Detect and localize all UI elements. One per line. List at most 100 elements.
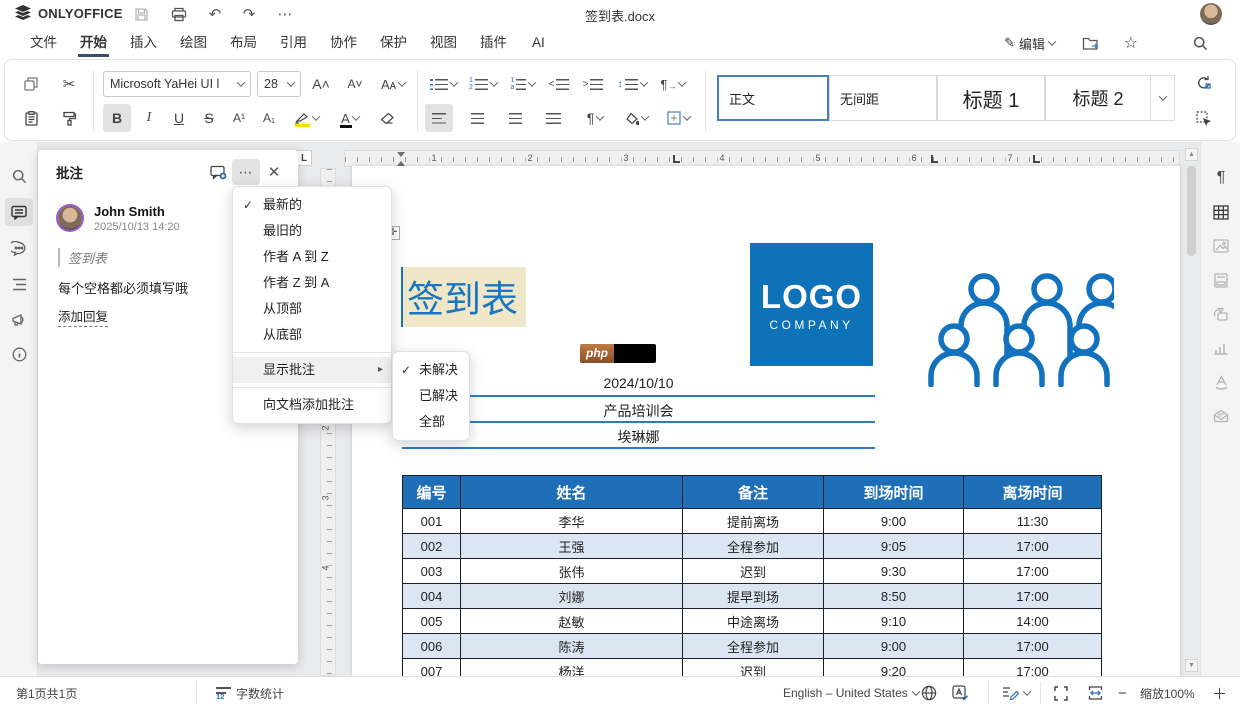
paste-button[interactable] [17,104,45,132]
style-no-spacing[interactable]: 无间距 [829,75,937,121]
feedback-button[interactable] [5,306,33,334]
spell-check-button[interactable] [952,677,969,709]
close-panel-button[interactable]: ✕ [260,159,288,185]
superscript-button[interactable]: A¹ [225,104,253,132]
about-button[interactable] [5,340,33,368]
decrease-font-button[interactable]: A˅ [341,70,369,98]
menu-item-author-za[interactable]: 作者 Z 到 A [233,270,391,296]
menu-item-from-bottom[interactable]: 从底部 [233,322,391,348]
replace-button[interactable] [1189,68,1217,96]
underline-button[interactable]: U [165,104,193,132]
tab-stop-selector[interactable]: L [296,150,312,166]
clear-formatting-button[interactable] [373,104,401,132]
line-spacing-button[interactable]: ↕ [613,70,651,98]
shading-button[interactable] [617,104,655,132]
style-heading2[interactable]: 标题 2 [1045,75,1151,121]
tab-insert[interactable]: 插入 [126,31,161,55]
field-date[interactable]: 2024/10/10 [402,372,875,397]
editing-mode-button[interactable]: ✎ 编辑 [1004,31,1055,55]
strikethrough-button[interactable]: S [195,104,223,132]
multilevel-list-button[interactable]: 1a [505,70,541,98]
font-size-select[interactable]: 28 [257,71,301,97]
style-normal[interactable]: 正文 [717,75,829,121]
align-center-button[interactable] [463,104,491,132]
document-page[interactable]: ✛ 签到表 php LOGO COMPANY 2024/10/10 产品培训会 … [352,166,1180,676]
company-logo[interactable]: LOGO COMPANY [750,243,873,366]
image-settings-button[interactable] [1207,232,1235,260]
favorite-button[interactable]: ☆ [1124,31,1138,55]
table-settings-button[interactable] [1207,198,1235,226]
document-scrollbar[interactable]: ▲ ▼ [1185,148,1198,672]
text-art-settings-button[interactable] [1207,368,1235,396]
tab-layout[interactable]: 布局 [226,31,261,55]
font-name-select[interactable]: Microsoft YaHei UI l [103,71,251,97]
italic-button[interactable]: I [135,104,163,132]
field-topic[interactable]: 产品培训会 [402,398,875,423]
user-avatar[interactable] [1200,3,1222,25]
change-case-button[interactable]: Aᴀ [375,70,411,98]
tab-draw[interactable]: 绘图 [176,31,211,55]
shape-settings-button[interactable] [1207,300,1235,328]
tab-references[interactable]: 引用 [276,31,311,55]
menu-item-author-az[interactable]: 作者 A 到 Z [233,244,391,270]
borders-button[interactable] [659,104,697,132]
signin-table[interactable]: 编号 姓名 备注 到场时间 离场时间 001李华提前离场9:0011:30 00… [402,475,1102,676]
highlight-color-button[interactable] [287,104,327,132]
scroll-down-icon[interactable]: ▼ [1185,659,1198,672]
fit-page-button[interactable] [1054,677,1068,709]
comments-sort-button[interactable]: ⋯ [232,159,260,185]
copy-button[interactable] [17,70,45,98]
tab-stop-marker[interactable] [673,155,680,163]
menu-item-oldest[interactable]: 最旧的 [233,218,391,244]
subscript-button[interactable]: A₁ [255,104,283,132]
styles-gallery-expand-button[interactable] [1151,75,1175,121]
document-heading[interactable]: 签到表 [401,267,526,327]
align-right-button[interactable] [501,104,529,132]
paragraph-settings-button[interactable]: ¶ [1207,164,1235,192]
tab-protection[interactable]: 保护 [376,31,411,55]
search-button[interactable] [1193,31,1208,55]
add-reply-button[interactable]: 添加回复 [58,306,108,327]
menu-item-add-comment-to-document[interactable]: 向文档添加批注 [233,392,391,418]
scrollbar-thumb[interactable] [1187,166,1196,256]
open-file-location-button[interactable] [1082,31,1100,55]
bold-button[interactable]: B [103,104,131,132]
numbered-list-button[interactable]: 12 [465,70,501,98]
horizontal-ruler[interactable]: 1 2 3 4 5 6 7 [344,150,1180,167]
increase-font-button[interactable]: A˄ [307,70,335,98]
scroll-up-icon[interactable]: ▲ [1185,148,1198,161]
zoom-out-button[interactable]: − [1118,677,1127,709]
decrease-indent-button[interactable]: < [545,70,573,98]
cut-button[interactable]: ✂ [55,70,83,98]
paragraph-direction-button[interactable]: ¶→ [655,70,691,98]
style-heading1[interactable]: 标题 1 [937,75,1045,121]
navigation-panel-button[interactable] [5,270,33,298]
show-paragraph-marks-button[interactable]: ¶ [577,104,613,132]
search-panel-button[interactable] [5,162,33,190]
menu-item-newest[interactable]: ✓最新的 [233,192,391,218]
chat-panel-button[interactable] [5,234,33,262]
increase-indent-button[interactable]: > [579,70,607,98]
tab-stop-marker[interactable] [931,155,938,163]
indent-marker[interactable] [397,152,406,166]
track-changes-button[interactable] [1002,677,1030,709]
tab-plugins[interactable]: 插件 [476,31,511,55]
set-language-button[interactable] [921,677,937,709]
tab-collaboration[interactable]: 协作 [326,31,361,55]
align-justify-button[interactable] [539,104,567,132]
font-color-button[interactable]: A [331,104,369,132]
comments-panel-button[interactable] [5,198,33,226]
format-painter-button[interactable] [55,104,83,132]
mail-merge-settings-button[interactable] [1207,402,1235,430]
language-selector[interactable]: English – United States [783,677,919,709]
menu-item-from-top[interactable]: 从顶部 [233,296,391,322]
people-group-image[interactable] [924,259,1114,387]
menu-item-show-comments[interactable]: 显示批注▸ [233,357,391,383]
chart-settings-button[interactable] [1207,334,1235,362]
select-all-button[interactable] [1189,104,1217,132]
tab-view[interactable]: 视图 [426,31,461,55]
tab-stop-marker[interactable] [1033,155,1040,163]
tab-home[interactable]: 开始 [76,31,111,55]
word-count-button[interactable]: 12 字数统计 [216,677,284,709]
add-comment-button[interactable] [204,159,232,185]
